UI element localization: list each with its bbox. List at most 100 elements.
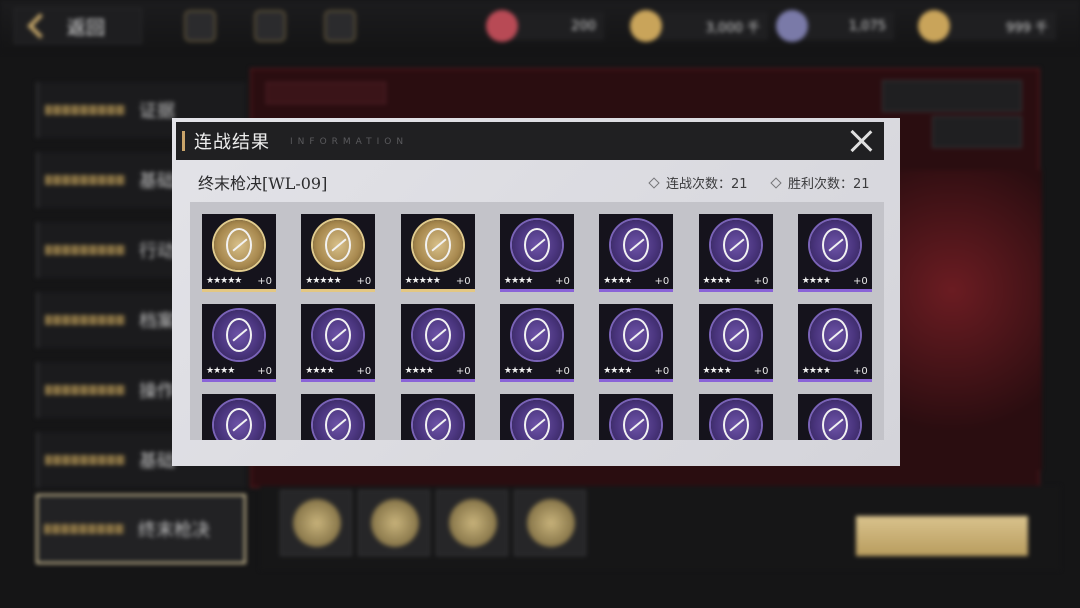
stage-item-label: 基础 xyxy=(139,451,175,472)
reward-stars: ★★★★ xyxy=(702,276,732,286)
reward-item[interactable]: ★★★★ +0 xyxy=(599,214,674,292)
win-count: 胜利次数：21 xyxy=(770,173,870,192)
stage-item-bar xyxy=(45,385,125,395)
reward-item[interactable] xyxy=(301,394,376,440)
mirror-emblem-icon xyxy=(226,228,252,262)
battle-count: 连战次数：21 xyxy=(648,173,748,192)
reward-enhance-level: +0 xyxy=(555,366,570,377)
reward-item[interactable] xyxy=(499,394,574,440)
mail-icon[interactable] xyxy=(324,10,356,42)
rarity-underline xyxy=(400,379,475,382)
mirror-emblem-icon xyxy=(523,228,550,262)
panel-button[interactable] xyxy=(882,80,1022,112)
rarity-underline xyxy=(797,289,872,292)
rarity-underline xyxy=(599,289,674,292)
mirror-emblem-icon xyxy=(424,318,451,352)
mirror-emblem-icon xyxy=(523,408,550,440)
mirror-emblem-icon xyxy=(325,408,352,440)
reward-enhance-level: +0 xyxy=(853,366,868,377)
resource-coin-pack-value: 3,000 千 xyxy=(705,20,760,36)
rarity-underline xyxy=(599,379,674,382)
mirror-emblem-icon xyxy=(722,318,749,352)
reward-grid: ★★★★★ +0 ★★★★★ +0 ★★★★★ +0 ★★★★ +0 ★★★★ +0 ★★★★ +0 ★… xyxy=(190,202,884,440)
reward-item[interactable]: ★★★★ +0 xyxy=(599,304,674,382)
dialog-title: 连战结果 xyxy=(194,132,270,153)
diamond-icon xyxy=(648,176,660,189)
resource-gold: 999 千 xyxy=(918,10,1056,42)
reward-stars: ★★★★ xyxy=(404,366,434,376)
header-accent xyxy=(182,131,185,151)
rarity-underline xyxy=(301,379,376,382)
reward-stars: ★★★★★ xyxy=(305,276,341,286)
mirror-emblem-icon xyxy=(821,228,848,262)
reward-item[interactable]: ★★★★★ +0 xyxy=(400,214,475,292)
reward-item[interactable]: ★★★★ +0 xyxy=(499,304,574,382)
ticket-icon xyxy=(486,10,518,42)
coin-pack-icon xyxy=(630,10,662,42)
drop-slot[interactable] xyxy=(514,490,586,556)
dialog-subtitle: INFORMATION xyxy=(290,137,409,147)
rarity-underline xyxy=(202,289,276,292)
reward-stars: ★★★★ xyxy=(603,366,632,376)
stage-name: 终末枪决[WL-09] xyxy=(198,174,328,193)
reward-enhance-level: +0 xyxy=(555,276,570,287)
reward-enhance-level: +0 xyxy=(356,366,372,377)
stage-item-active[interactable]: 终末枪决 xyxy=(36,494,246,564)
gold-coin-icon xyxy=(918,10,950,42)
reward-enhance-level: +0 xyxy=(455,276,471,287)
start-battle-button[interactable] xyxy=(856,516,1028,556)
mirror-emblem-icon xyxy=(821,318,848,352)
home-icon[interactable] xyxy=(184,10,216,42)
reward-item[interactable] xyxy=(698,394,773,440)
reward-item[interactable]: ★★★★ +0 xyxy=(797,304,872,382)
reward-item[interactable]: ★★★★★ +0 xyxy=(301,214,376,292)
reward-stars: ★★★★★ xyxy=(404,276,441,286)
close-icon[interactable] xyxy=(846,126,876,156)
drop-slot[interactable] xyxy=(280,490,352,556)
top-bar: 返回 200 3,000 千 1,075 999 千 xyxy=(0,0,1080,52)
reward-item[interactable]: ★★★★ +0 xyxy=(797,214,872,292)
reward-item[interactable]: ★★★★ +0 xyxy=(499,214,574,292)
stage-item-label: 终末枪决 xyxy=(138,520,210,541)
mirror-emblem-icon xyxy=(424,408,451,440)
reward-stars: ★★★★ xyxy=(801,366,831,376)
reward-stars: ★★★★ xyxy=(801,276,831,286)
stage-tag xyxy=(266,82,386,104)
reward-stars: ★★★★ xyxy=(503,366,533,376)
reward-item[interactable]: ★★★★ +0 xyxy=(698,304,773,382)
mirror-emblem-icon xyxy=(623,408,650,440)
reward-item[interactable] xyxy=(797,394,872,440)
win-count-label: 胜利次数：21 xyxy=(788,177,870,192)
back-chevron-icon xyxy=(27,13,53,39)
reward-stars: ★★★★ xyxy=(206,366,235,376)
reward-item[interactable]: ★★★★ +0 xyxy=(301,304,376,382)
reward-enhance-level: +0 xyxy=(853,276,868,287)
reward-stars: ★★★★ xyxy=(503,276,533,286)
battle-count-label: 连战次数：21 xyxy=(666,177,748,192)
reward-item[interactable]: ★★★★ +0 xyxy=(202,304,276,382)
reward-item[interactable] xyxy=(202,394,276,440)
rarity-underline xyxy=(499,379,574,382)
mirror-emblem-icon xyxy=(226,408,252,440)
dialog-header: 连战结果 INFORMATION xyxy=(176,122,884,160)
resource-gold-value: 999 千 xyxy=(1006,20,1048,36)
back-button[interactable]: 返回 xyxy=(14,8,142,44)
reward-item[interactable]: ★★★★★ +0 xyxy=(202,214,276,292)
resource-coin-pack: 3,000 千 xyxy=(630,10,768,42)
reward-stars: ★★★★ xyxy=(603,276,632,286)
mirror-emblem-icon xyxy=(523,318,550,352)
resource-ticket-value: 200 xyxy=(571,18,596,34)
reward-item[interactable] xyxy=(599,394,674,440)
rarity-underline xyxy=(499,289,574,292)
reward-enhance-level: +0 xyxy=(753,276,769,287)
panel-button[interactable] xyxy=(932,116,1022,148)
gear-icon[interactable] xyxy=(254,10,286,42)
stage-item-label: 行动 xyxy=(139,241,175,262)
reward-item[interactable] xyxy=(400,394,475,440)
mirror-emblem-icon xyxy=(722,228,749,262)
reward-item[interactable]: ★★★★ +0 xyxy=(698,214,773,292)
drop-slot[interactable] xyxy=(436,490,508,556)
drop-slot[interactable] xyxy=(358,490,430,556)
rarity-underline xyxy=(400,289,475,292)
reward-item[interactable]: ★★★★ +0 xyxy=(400,304,475,382)
